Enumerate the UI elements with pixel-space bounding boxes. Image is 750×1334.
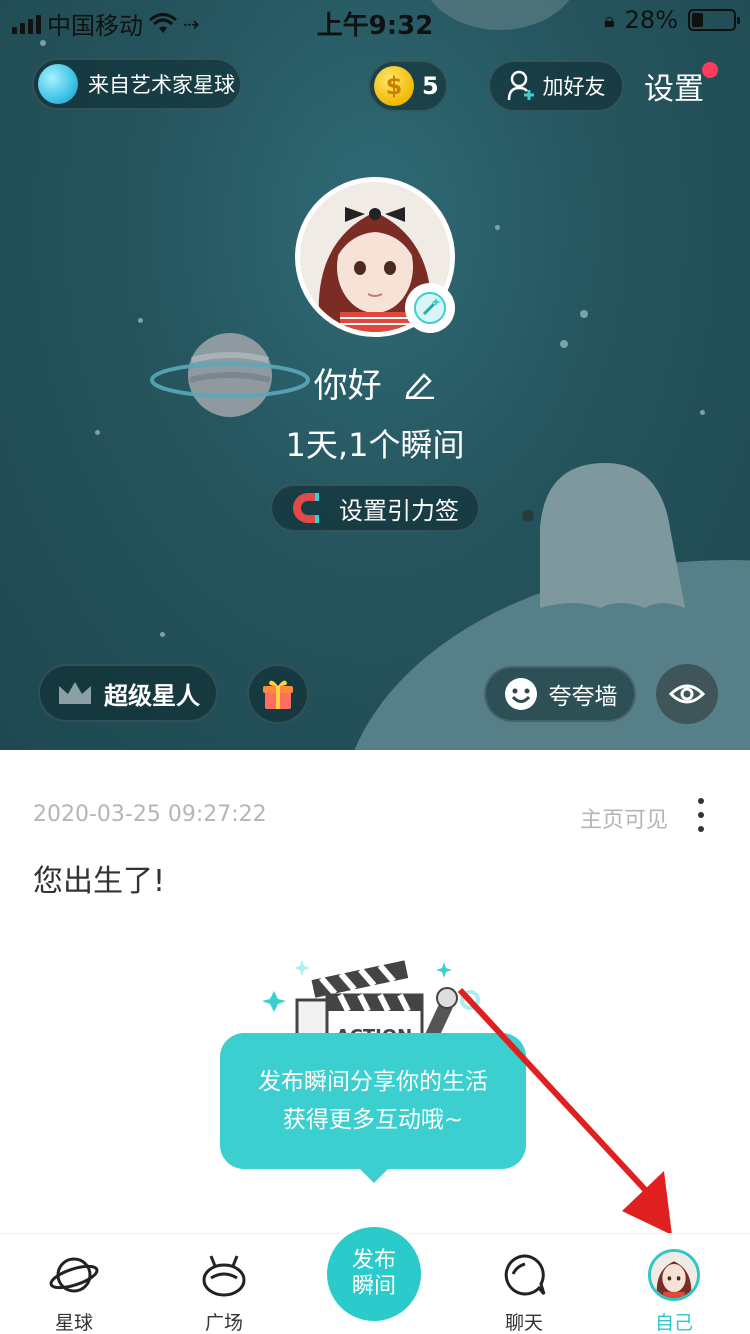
origin-planet-button[interactable]: 来自艺术家星球 xyxy=(32,58,242,110)
annotation-arrow xyxy=(457,987,672,1235)
gift-icon xyxy=(263,680,293,709)
tab-self[interactable]: 自己 xyxy=(624,1249,724,1334)
tab-label: 星球 xyxy=(54,1312,93,1334)
planet-icon xyxy=(49,1257,99,1293)
praise-wall-label: 夸夸墙 xyxy=(548,684,618,710)
avatar xyxy=(648,1249,700,1301)
superstar-label: 超级星人 xyxy=(104,681,200,710)
profile-name: 你好 xyxy=(313,366,382,406)
settings-button[interactable]: 设置 xyxy=(644,64,704,108)
tab-chat[interactable]: 聊天 xyxy=(474,1250,574,1334)
superstar-button[interactable]: 超级星人 xyxy=(38,664,218,722)
tab-label: 聊天 xyxy=(504,1312,543,1334)
praise-wall-button[interactable]: 夸夸墙 xyxy=(484,666,636,722)
battery-icon xyxy=(688,9,740,31)
status-right: 🔒︎ 28% xyxy=(604,6,740,34)
gravity-tag-label: 设置引力签 xyxy=(339,496,459,525)
crown-icon xyxy=(59,682,91,704)
more-options-icon[interactable] xyxy=(694,798,708,832)
publish-moment-button[interactable]: 发布 瞬间 xyxy=(327,1227,421,1321)
tab-label: 自己 xyxy=(654,1312,693,1334)
star-decoration xyxy=(560,340,568,348)
gravity-tag-button[interactable]: 设置引力签 xyxy=(270,484,480,532)
origin-label: 来自艺术家星球 xyxy=(88,73,235,97)
tab-label: 广场 xyxy=(204,1312,243,1334)
notification-badge xyxy=(702,62,718,78)
profile-hero: 中国移动 ⇢ 上午9:32 🔒︎ 28% 来自艺术家星球 $ 5 加好友 设置 … xyxy=(0,0,750,750)
smile-icon xyxy=(504,678,537,710)
add-friend-label: 加好友 xyxy=(542,75,606,99)
eye-icon xyxy=(669,684,705,704)
coin-icon: $ xyxy=(374,66,414,106)
post-visibility: 主页可见 xyxy=(579,808,668,833)
avatar-edit-button[interactable] xyxy=(405,283,455,333)
status-bar: 中国移动 ⇢ 上午9:32 🔒︎ 28% xyxy=(0,0,750,41)
star-decoration xyxy=(138,318,143,323)
square-icon xyxy=(202,1255,246,1297)
star-decoration xyxy=(700,410,705,415)
star-decoration xyxy=(160,632,165,637)
ghost-decoration xyxy=(522,463,685,608)
star-decoration xyxy=(580,310,588,318)
battery-percent: 28% xyxy=(624,6,678,34)
tab-square[interactable]: 广场 xyxy=(174,1250,274,1334)
profile-stats: 1天,1个瞬间 xyxy=(285,426,465,464)
rotation-lock-icon: 🔒︎ xyxy=(604,8,615,32)
tab-planet[interactable]: 星球 xyxy=(24,1250,124,1334)
gift-button[interactable] xyxy=(247,664,309,724)
post-text: 您出生了! xyxy=(33,864,166,899)
post-date: 2020-03-25 09:27:22 xyxy=(33,802,267,827)
coin-count: 5 xyxy=(422,72,439,100)
add-friend-button[interactable]: 加好友 xyxy=(488,60,624,112)
visibility-button[interactable] xyxy=(656,664,718,724)
planet-avatar-icon xyxy=(38,64,78,104)
magnet-icon xyxy=(293,493,319,523)
profile-name-row: 你好 xyxy=(0,358,750,408)
chat-icon xyxy=(504,1254,546,1296)
add-user-icon xyxy=(507,70,534,101)
edit-name-icon[interactable] xyxy=(404,368,436,408)
coin-balance-button[interactable]: $ 5 xyxy=(368,60,448,112)
publish-line-1: 发布 xyxy=(351,1248,396,1273)
publish-line-2: 瞬间 xyxy=(351,1274,396,1299)
magic-edit-icon xyxy=(414,292,446,324)
star-decoration xyxy=(495,225,500,230)
